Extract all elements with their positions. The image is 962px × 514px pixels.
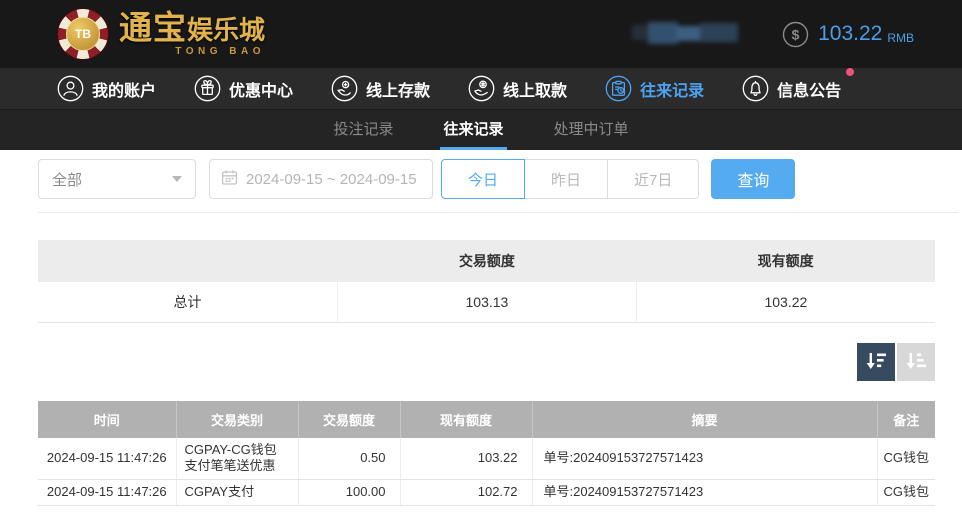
user-icon — [57, 75, 84, 102]
sort-descending-button[interactable] — [857, 343, 895, 381]
sort-descending-icon — [865, 352, 887, 371]
nav-label: 往来记录 — [640, 77, 704, 101]
cell-note: CG钱包 — [877, 438, 935, 480]
nav-label: 优惠中心 — [229, 77, 293, 101]
poker-chip-icon: TB — [58, 9, 108, 59]
yesterday-button[interactable]: 昨日 — [524, 159, 608, 199]
records-icon — [605, 75, 632, 102]
cell-summary: 单号:202409153727571423 — [532, 480, 877, 506]
summary-header-row: 交易额度 现有额度 — [38, 240, 935, 282]
date-range-value: 2024-09-15 ~ 2024-09-15 — [246, 171, 417, 188]
records-header-row: 时间 交易类别 交易额度 现有额度 摘要 备注 — [38, 401, 935, 438]
col-summary: 摘要 — [532, 401, 877, 438]
tab-betting-records[interactable]: 投注记录 — [308, 110, 418, 150]
main-nav: 我的账户 优惠中心 线上存款 线上取款 往来记录 — [0, 68, 962, 110]
deposit-icon — [331, 75, 358, 102]
nav-item-withdraw[interactable]: 线上取款 — [468, 75, 567, 102]
quick-range-group: 今日 昨日 近7日 — [441, 159, 699, 199]
logo-text: 通宝娱乐城 TONG BAO — [119, 11, 265, 57]
summary-total-row: 总计 103.13 103.22 — [38, 282, 935, 322]
cell-summary: 单号:202409153727571423 — [532, 438, 877, 480]
cell-balance: 103.22 — [400, 438, 532, 480]
username-redacted — [632, 22, 738, 46]
nav-label: 线上取款 — [503, 77, 567, 101]
chevron-down-icon — [172, 176, 182, 182]
tab-transaction-records[interactable]: 往来记录 — [418, 110, 528, 150]
site-logo[interactable]: TB 通宝娱乐城 TONG BAO — [58, 9, 265, 59]
record-row: 2024-09-15 11:47:26 CGPAY-CG钱包支付笔笔送优惠 0.… — [38, 438, 935, 480]
gift-icon — [194, 75, 221, 102]
top-header: TB 通宝娱乐城 TONG BAO $ 103.22 RMB — [0, 0, 962, 68]
notification-dot — [846, 68, 854, 76]
coin-icon: $ — [782, 21, 809, 48]
nav-item-promotions[interactable]: 优惠中心 — [194, 75, 293, 102]
nav-item-records[interactable]: 往来记录 — [605, 75, 704, 102]
cell-balance: 102.72 — [400, 480, 532, 506]
balance-amount: 103.22 — [818, 22, 882, 46]
col-amount: 交易额度 — [298, 401, 400, 438]
summary-current-balance: 103.22 — [636, 282, 935, 322]
filter-bar: 全部 2024-09-15 ~ 2024-09-15 今日 昨日 近7日 查询 — [38, 159, 958, 213]
logo-title-small: 娱乐城 — [187, 15, 265, 45]
chip-monogram: TB — [66, 17, 100, 51]
summary-total-label: 总计 — [38, 282, 338, 322]
cell-note: CG钱包 — [877, 480, 935, 506]
cell-time: 2024-09-15 11:47:26 — [38, 438, 176, 480]
nav-label: 信息公告 — [777, 77, 841, 101]
summary-header-transaction: 交易额度 — [338, 240, 637, 282]
nav-item-announcements[interactable]: 信息公告 — [742, 75, 841, 102]
nav-item-my-account[interactable]: 我的账户 — [57, 75, 156, 102]
nav-label: 线上存款 — [366, 77, 430, 101]
cell-amount: 0.50 — [298, 438, 400, 480]
cell-time: 2024-09-15 11:47:26 — [38, 480, 176, 506]
summary-section: 交易额度 现有额度 总计 103.13 103.22 — [38, 240, 935, 323]
balance-currency: RMB — [887, 24, 914, 45]
sort-ascending-icon — [905, 352, 927, 371]
logo-subtitle: TONG BAO — [119, 46, 265, 57]
svg-text:$: $ — [792, 26, 800, 42]
today-button[interactable]: 今日 — [441, 159, 525, 199]
nav-label: 我的账户 — [92, 77, 156, 101]
summary-transaction-amount: 103.13 — [338, 282, 637, 322]
summary-header-empty — [38, 240, 338, 282]
records-section: 时间 交易类别 交易额度 现有额度 摘要 备注 2024-09-15 11:47… — [38, 401, 935, 507]
query-button[interactable]: 查询 — [711, 159, 795, 199]
summary-header-balance: 现有额度 — [636, 240, 935, 282]
col-category: 交易类别 — [176, 401, 298, 438]
withdraw-icon — [468, 75, 495, 102]
type-select[interactable]: 全部 — [38, 159, 196, 199]
records-table: 时间 交易类别 交易额度 现有额度 摘要 备注 2024-09-15 11:47… — [38, 401, 935, 507]
sort-ascending-button[interactable] — [897, 343, 935, 381]
date-range-input[interactable]: 2024-09-15 ~ 2024-09-15 — [209, 159, 433, 199]
bell-icon — [742, 75, 769, 102]
cell-category: CGPAY支付 — [176, 480, 298, 506]
logo-title-big: 通宝 — [119, 9, 187, 46]
type-select-value: 全部 — [52, 169, 82, 190]
header-right: $ 103.22 RMB — [632, 21, 914, 48]
logo-title: 通宝娱乐城 — [119, 11, 265, 44]
col-time: 时间 — [38, 401, 176, 438]
tab-processing-orders[interactable]: 处理中订单 — [529, 110, 654, 150]
cell-amount: 100.00 — [298, 480, 400, 506]
sort-controls — [0, 343, 935, 381]
nav-item-deposit[interactable]: 线上存款 — [331, 75, 430, 102]
last7days-button[interactable]: 近7日 — [607, 159, 699, 199]
cell-category: CGPAY-CG钱包支付笔笔送优惠 — [176, 438, 298, 480]
col-balance: 现有额度 — [400, 401, 532, 438]
sub-tabs: 投注记录 往来记录 处理中订单 — [0, 110, 962, 150]
col-note: 备注 — [877, 401, 935, 438]
calendar-icon — [221, 169, 238, 190]
record-row: 2024-09-15 11:47:26 CGPAY支付 100.00 102.7… — [38, 480, 935, 506]
summary-table: 交易额度 现有额度 总计 103.13 103.22 — [38, 240, 935, 323]
